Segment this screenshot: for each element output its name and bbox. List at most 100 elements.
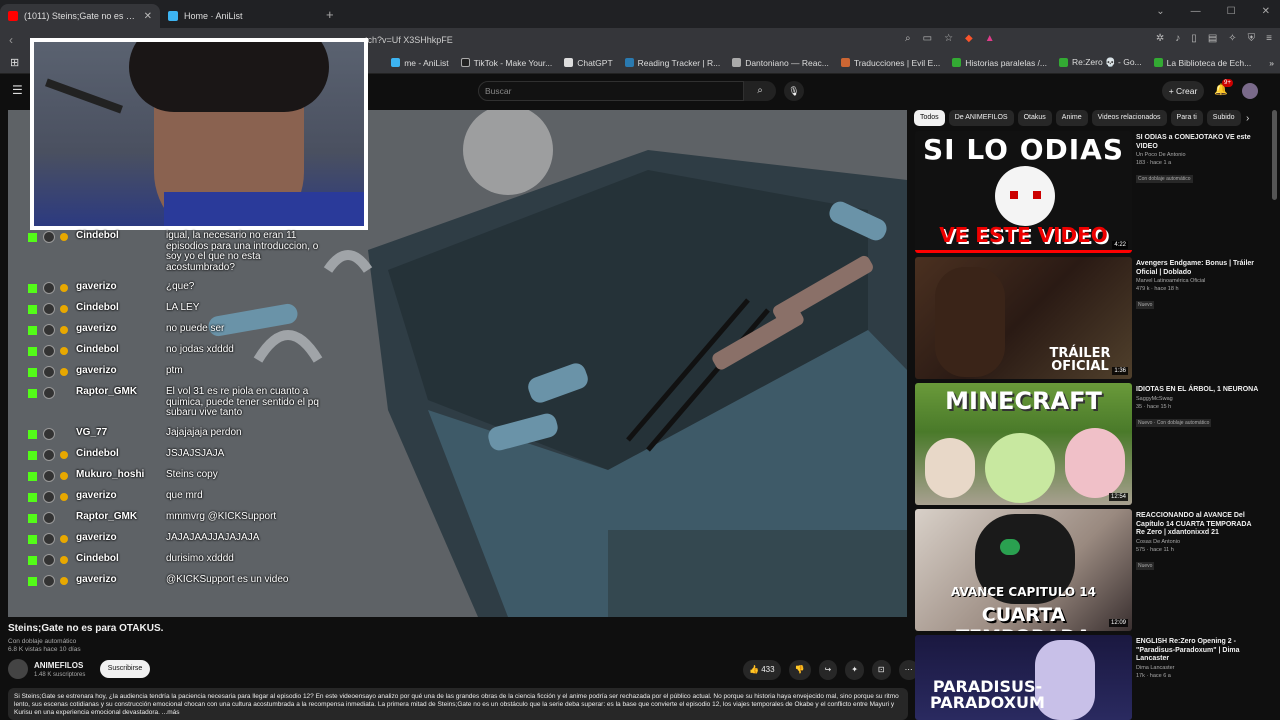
chat-text: no jodas xdddd bbox=[166, 344, 234, 355]
avatar bbox=[43, 427, 55, 440]
rec-stats: 183 · hace 1 a bbox=[1136, 160, 1172, 166]
mic-icon[interactable]: 🎙 bbox=[784, 81, 804, 101]
recommendation-item[interactable]: TRÁILER OFICIAL 1:36 Avengers Endgame: B… bbox=[915, 257, 1260, 379]
tab-youtube[interactable]: (1011) Steins;Gate no es para OTAKUS. ✕ bbox=[0, 4, 160, 28]
wallet-icon[interactable]: ▤ bbox=[1208, 33, 1217, 44]
chat-username: gaverizo bbox=[76, 323, 117, 334]
avatar bbox=[43, 553, 55, 566]
back-icon[interactable]: ‹ bbox=[0, 33, 22, 47]
filter-chip[interactable]: Todos bbox=[914, 110, 945, 126]
chat-username: Raptor_GMK bbox=[76, 386, 138, 397]
bookmark-item[interactable]: La Biblioteca de Ech... bbox=[1148, 58, 1258, 68]
rec-title: ENGLISH Re:Zero Opening 2 - "Paradisus-P… bbox=[1136, 638, 1240, 662]
filter-chip[interactable]: Anime bbox=[1055, 110, 1088, 126]
subscriber-badge-icon bbox=[60, 284, 68, 292]
chat-text: @KICKSupport es un video bbox=[166, 573, 289, 585]
chevron-right-icon[interactable]: › bbox=[1246, 113, 1249, 124]
new-tab-button[interactable]: + bbox=[326, 7, 334, 22]
bookmark-item[interactable]: ChatGPT bbox=[558, 58, 618, 68]
chat-text: LA LEY bbox=[166, 302, 200, 313]
dislike-button[interactable]: 👎 bbox=[788, 660, 811, 680]
bookmark-item[interactable]: me - AniList bbox=[385, 58, 454, 68]
chat-username: gaverizo bbox=[76, 365, 117, 376]
rewards-icon[interactable]: ▲ bbox=[985, 33, 995, 44]
channel-avatar[interactable] bbox=[8, 659, 28, 679]
close-icon[interactable]: ✕ bbox=[144, 11, 152, 22]
maximize-button[interactable]: ☐ bbox=[1227, 6, 1236, 17]
bookmark-item[interactable]: TikTok - Make Your... bbox=[455, 58, 559, 68]
scrollbar[interactable] bbox=[1272, 110, 1277, 200]
filter-chip[interactable]: Para ti bbox=[1170, 110, 1203, 126]
duration-badge: 4:22 bbox=[1112, 241, 1128, 249]
avatar bbox=[43, 366, 55, 378]
recommendation-item[interactable]: SI LO ODIAS VE ESTE VIDEO 4:22 SI ODIAS … bbox=[915, 131, 1260, 253]
filter-chip[interactable]: Subido bbox=[1206, 110, 1241, 126]
chat-username: gaverizo bbox=[76, 573, 117, 585]
chat-message: VG_77 Jajajajaja perdon bbox=[28, 427, 328, 440]
cast-icon[interactable]: ▭ bbox=[923, 33, 932, 44]
brave-icon[interactable]: ◆ bbox=[965, 33, 973, 44]
bookmark-item[interactable]: Traducciones | Evil E... bbox=[835, 58, 946, 68]
avatar bbox=[43, 345, 55, 357]
sidebar-icon[interactable]: ▯ bbox=[1191, 33, 1197, 44]
kick-icon bbox=[28, 233, 37, 242]
chat-username: Cindebol bbox=[76, 447, 119, 459]
chat-text: JAJAJAAJJAJAJAJA bbox=[166, 531, 260, 543]
filter-chip[interactable]: Otakus bbox=[1017, 110, 1052, 126]
minimize-button[interactable]: — bbox=[1191, 6, 1201, 17]
ask-button[interactable]: ✦ bbox=[845, 660, 864, 680]
close-window-button[interactable]: ✕ bbox=[1262, 6, 1270, 17]
tab-anilist[interactable]: Home · AniList bbox=[160, 4, 320, 28]
recommendation-item[interactable]: MINECRAFT 12:54 IDIOTAS EN EL ÁRBOL, 1 N… bbox=[915, 383, 1260, 505]
recommendation-item[interactable]: AVANCE CAPITULO 14 CUARTA TEMPORADA 12:0… bbox=[915, 509, 1260, 631]
rec-stats: 479 k · hace 18 h bbox=[1136, 286, 1179, 292]
menu-icon[interactable]: ☰ bbox=[12, 83, 23, 97]
chat-username: Mukuro_hoshi bbox=[76, 468, 145, 480]
save-button[interactable]: ⊡ bbox=[871, 660, 891, 680]
extensions-icon[interactable]: ✲ bbox=[1156, 33, 1164, 44]
video-description[interactable]: Si Steins;Gate se estrenara hoy, ¿la aud… bbox=[8, 688, 908, 720]
apps-icon[interactable]: ⊞ bbox=[4, 56, 25, 69]
avatar[interactable] bbox=[1242, 83, 1258, 99]
filter-chip[interactable]: De ANIMEFILOS bbox=[948, 110, 1014, 126]
rec-badge: Nuevo bbox=[1136, 561, 1155, 570]
kick-icon bbox=[28, 368, 37, 377]
rec-title: REACCIONANDO al AVANCE Del Capítulo 14 C… bbox=[1136, 512, 1252, 536]
url-field[interactable]: atch?v=Uf X3SHhkpFE bbox=[360, 31, 1000, 49]
search-input[interactable]: Buscar bbox=[478, 81, 744, 101]
avatar bbox=[43, 387, 55, 399]
chevron-down-icon[interactable]: ⌄ bbox=[1156, 6, 1164, 17]
subscriber-badge-icon bbox=[60, 576, 68, 585]
search-button[interactable]: ⌕ bbox=[744, 81, 776, 101]
filter-chip[interactable]: Videos relacionados bbox=[1091, 110, 1167, 126]
recommendation-item[interactable]: PARADISUS- PARADOXUM ENGLISH Re:Zero Ope… bbox=[915, 635, 1260, 720]
subscribe-button[interactable]: Suscribirse bbox=[100, 660, 150, 678]
bookmark-item[interactable]: Re:Zero 💀 - Go... bbox=[1053, 57, 1148, 68]
bookmark-item[interactable]: Dantoniano — Reac... bbox=[726, 58, 835, 68]
thumb-text: SI LO ODIAS bbox=[922, 133, 1125, 166]
video-meta: Con doblaje automático 6.8 K vistas hace… bbox=[8, 638, 81, 654]
channel-name[interactable]: ANIMEFILOS bbox=[34, 661, 83, 670]
bookmark-item[interactable]: Historias paralelas /... bbox=[946, 58, 1053, 68]
tab-title: (1011) Steins;Gate no es para OTAKUS. bbox=[24, 11, 138, 21]
kick-icon bbox=[28, 305, 37, 314]
kick-icon bbox=[28, 513, 37, 523]
shield-icon[interactable]: ⛨ bbox=[1248, 33, 1256, 44]
bookmark-star-icon[interactable]: ☆ bbox=[944, 33, 953, 44]
chat-message: Raptor_GMK mmmvrg @KICKSupport bbox=[28, 511, 328, 524]
music-icon[interactable]: ♪ bbox=[1175, 33, 1180, 44]
bookmark-item[interactable]: Reading Tracker | R... bbox=[619, 58, 727, 68]
create-button[interactable]: + Crear bbox=[1162, 81, 1204, 101]
subscriber-badge-icon bbox=[60, 347, 68, 355]
rec-channel: Cosas De Antonio bbox=[1136, 538, 1181, 545]
more-bookmarks-icon[interactable]: » bbox=[1263, 58, 1280, 68]
kick-icon bbox=[28, 471, 37, 481]
thumb-text: VE ESTE VIDEO bbox=[939, 223, 1108, 247]
like-button[interactable]: 👍 433 bbox=[743, 660, 781, 680]
thumb-text: AVANCE CAPITULO 14 bbox=[950, 585, 1097, 599]
rec-title: IDIOTAS EN EL ÁRBOL, 1 NEURONA bbox=[1136, 386, 1259, 393]
zoom-icon[interactable]: ⌕ bbox=[905, 33, 911, 44]
leo-icon[interactable]: ✧ bbox=[1228, 33, 1236, 44]
share-button[interactable]: ↪ bbox=[818, 660, 838, 680]
menu-icon[interactable]: ≡ bbox=[1266, 33, 1272, 44]
